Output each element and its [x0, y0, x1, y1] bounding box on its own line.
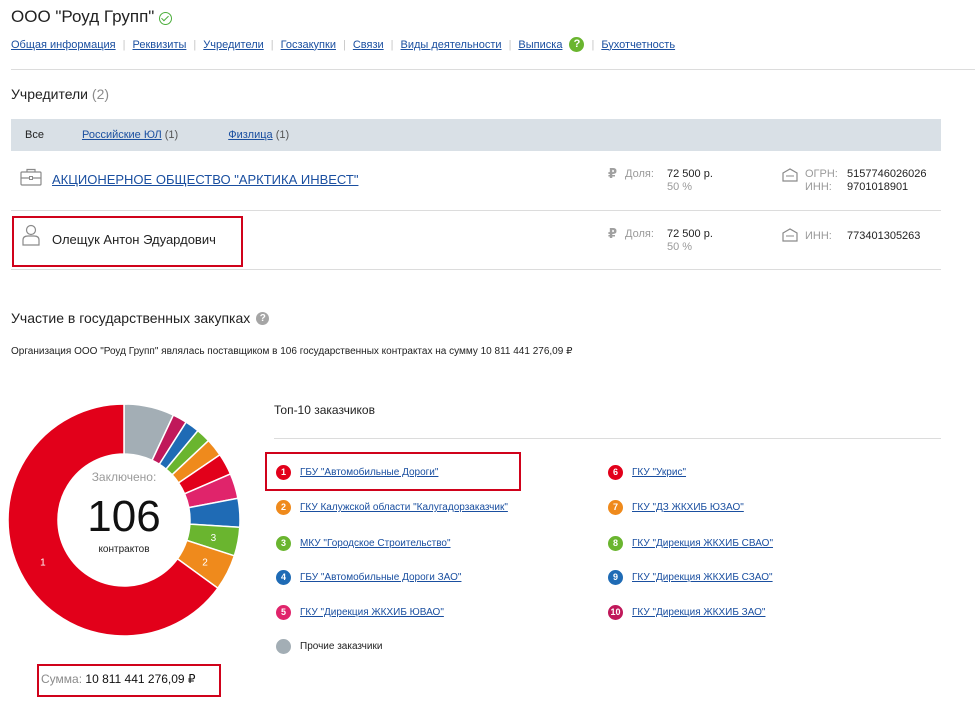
gov-purchases-title: Участие в государственных закупках ? — [11, 310, 270, 326]
contracts-donut-chart: 321 Заключено: 106 контрактов — [4, 400, 244, 640]
inn-value: 9701018901 — [847, 181, 909, 193]
ruble-icon: ₽ — [608, 226, 618, 241]
customer-link[interactable]: МКУ "Городское Строительство" — [300, 538, 451, 549]
customer-link[interactable]: ГКУ "Дирекция ЖКХИБ ЗАО" — [632, 607, 765, 618]
inn-label: ИНН: — [805, 230, 832, 242]
inn-label: ИНН: — [805, 181, 832, 193]
customer-item: 4 ГБУ "Автомобильные Дороги ЗАО" — [276, 570, 461, 585]
customer-link[interactable]: ГКУ Калужской области "Калугадорзаказчик… — [300, 502, 508, 513]
share-label: Доля: — [625, 168, 654, 180]
nav-accounting[interactable]: Бухотчетность — [601, 39, 675, 51]
share-percent: 50 % — [667, 181, 693, 193]
customer-link[interactable]: ГКУ "Дирекция ЖКХИБ ЮВАО" — [300, 607, 444, 618]
inn-value: 773401305263 — [847, 230, 921, 242]
nav-gov-purchases[interactable]: Госзакупки — [281, 39, 336, 51]
nav-founders[interactable]: Учредители — [203, 39, 264, 51]
nav-general-info[interactable]: Общая информация — [11, 39, 116, 51]
highlight-box — [265, 452, 521, 491]
customer-item: 8 ГКУ "Дирекция ЖКХИБ СВАО" — [608, 536, 773, 551]
company-name: ООО "Роуд Групп" — [11, 7, 155, 26]
document-id-icon — [782, 228, 798, 242]
filter-tab-individuals[interactable]: Физлица (1) — [228, 129, 289, 141]
donut-segment-label: 2 — [202, 557, 208, 568]
customer-item: 3 МКУ "Городское Строительство" — [276, 536, 451, 551]
founders-count: (2) — [91, 86, 110, 102]
filter-tab-legal[interactable]: Российские ЮЛ (1) — [82, 129, 178, 141]
donut-segment-label: 3 — [211, 533, 217, 544]
customer-item: 7 ГКУ "ДЗ ЖКХИБ ЮЗАО" — [608, 500, 744, 515]
top10-title: Топ-10 заказчиков — [274, 403, 375, 417]
others-badge — [276, 639, 291, 654]
ogrn-value: 5157746026026 — [847, 168, 927, 180]
customer-item-others: Прочие заказчики — [276, 639, 382, 654]
customer-rank-badge: 4 — [276, 570, 291, 585]
customer-rank-badge: 8 — [608, 536, 623, 551]
nav-connections[interactable]: Связи — [353, 39, 384, 51]
company-nav: Общая информация | Реквизиты | Учредители |… — [11, 37, 676, 52]
customer-link[interactable]: ГБУ "Автомобильные Дороги ЗАО" — [300, 572, 461, 583]
others-label: Прочие заказчики — [300, 641, 383, 652]
ogrn-label: ОГРН: — [805, 168, 838, 180]
founder-name-link[interactable]: АКЦИОНЕРНОЕ ОБЩЕСТВО "АРКТИКА ИНВЕСТ" — [52, 172, 358, 187]
customer-rank-badge: 2 — [276, 500, 291, 515]
customer-link[interactable]: ГКУ "Дирекция ЖКХИБ СВАО" — [632, 538, 773, 549]
highlight-box — [12, 216, 243, 267]
highlight-box — [37, 664, 221, 697]
customer-item: 2 ГКУ Калужской области "Калугадорзаказч… — [276, 500, 508, 515]
customer-item: 10 ГКУ "Дирекция ЖКХИБ ЗАО" — [608, 605, 765, 620]
share-amount: 72 500 р. — [667, 168, 713, 180]
customer-rank-badge: 5 — [276, 605, 291, 620]
founders-filter-bar: Все Российские ЮЛ (1) Физлица (1) — [11, 119, 941, 151]
verified-check-icon — [159, 11, 173, 25]
extract-help-icon[interactable]: ? — [569, 37, 585, 52]
customer-link[interactable]: ГКУ "Укрис" — [632, 467, 686, 478]
customer-rank-badge: 10 — [608, 605, 623, 620]
nav-extract[interactable]: Выписка — [518, 39, 562, 51]
donut-svg: 3 2 1 — [7, 403, 241, 637]
divider — [11, 69, 975, 70]
customer-rank-badge: 9 — [608, 570, 623, 585]
gov-summary-text: Организация ООО "Роуд Групп" являлась по… — [11, 346, 573, 357]
founder-row: АКЦИОНЕРНОЕ ОБЩЕСТВО "АРКТИКА ИНВЕСТ" ₽ … — [11, 151, 941, 211]
briefcase-icon — [20, 168, 42, 186]
ruble-icon: ₽ — [608, 166, 618, 181]
donut-segment-label: 1 — [40, 557, 46, 568]
customer-rank-badge: 6 — [608, 465, 623, 480]
filter-tab-all[interactable]: Все — [25, 129, 44, 141]
share-amount: 72 500 р. — [667, 228, 713, 240]
nav-requisites[interactable]: Реквизиты — [132, 39, 186, 51]
share-label: Доля: — [625, 228, 654, 240]
gov-help-icon[interactable]: ? — [256, 311, 270, 325]
company-title: ООО "Роуд Групп" — [11, 7, 173, 27]
customer-rank-badge: 3 — [276, 536, 291, 551]
divider — [274, 438, 941, 439]
founders-title: Учредители (2) — [11, 86, 110, 102]
document-id-icon — [782, 168, 798, 182]
share-percent: 50 % — [667, 241, 693, 253]
customer-link[interactable]: ГКУ "ДЗ ЖКХИБ ЮЗАО" — [632, 502, 744, 513]
customer-item: 5 ГКУ "Дирекция ЖКХИБ ЮВАО" — [276, 605, 444, 620]
customer-item: 9 ГКУ "Дирекция ЖКХИБ СЗАО" — [608, 570, 773, 585]
nav-activities[interactable]: Виды деятельности — [401, 39, 502, 51]
customer-link[interactable]: ГКУ "Дирекция ЖКХИБ СЗАО" — [632, 572, 773, 583]
customer-item: 6 ГКУ "Укрис" — [608, 465, 686, 480]
customer-rank-badge: 7 — [608, 500, 623, 515]
